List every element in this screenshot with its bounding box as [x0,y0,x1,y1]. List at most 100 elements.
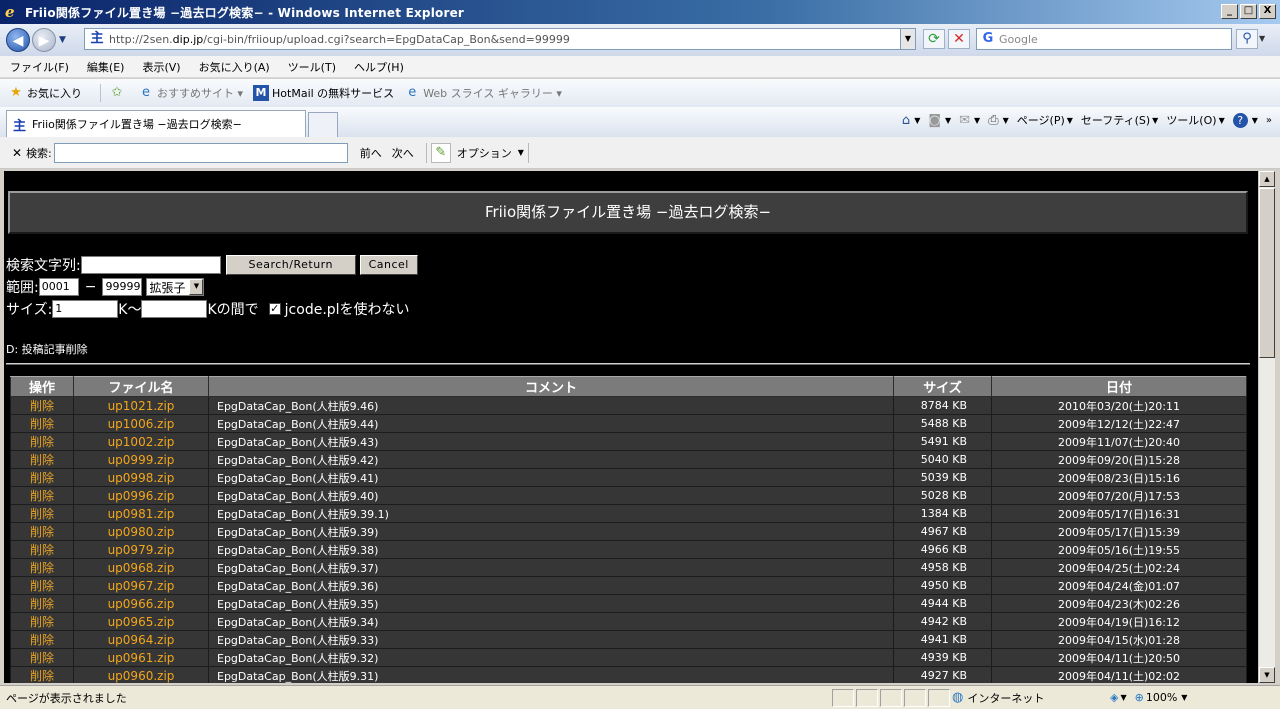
address-dropdown-icon[interactable]: ▼ [900,29,915,49]
range-from-input[interactable]: 0001 [38,278,79,296]
scroll-down-icon[interactable]: ▼ [1259,667,1275,683]
address-input[interactable]: 主 http://2sen.dip.jp/cgi-bin/friioup/upl… [84,28,916,50]
delete-link[interactable]: 削除 [10,594,74,613]
tab-current[interactable]: 主 Friio関係ファイル置き場 −過去ログ検索− [6,110,306,137]
file-link[interactable]: up0961.zip [73,648,209,667]
range-to-input[interactable]: 99999 [102,278,143,296]
help-button[interactable]: ? ▼ [1232,112,1258,128]
delete-link[interactable]: 削除 [10,630,74,649]
file-link[interactable]: up0968.zip [73,558,209,577]
file-link[interactable]: up0980.zip [73,522,209,541]
feeds-button[interactable]: ◙ ▼ [928,113,951,128]
fav-item-hotmail[interactable]: M HotMail の無料サービス [253,85,394,101]
delete-link[interactable]: 削除 [10,612,74,631]
search-icon[interactable]: ⚲ [1236,29,1258,49]
size-cell: 5040 KB [893,450,992,469]
close-icon[interactable]: ✕ [12,146,22,160]
delete-link[interactable]: 削除 [10,504,74,523]
comment-cell: EpgDataCap_Bon(人柱版9.35) [208,594,894,613]
file-link[interactable]: up0964.zip [73,630,209,649]
vertical-scrollbar[interactable]: ▲ ▼ [1258,171,1275,683]
jcode-checkbox[interactable]: ✓ [268,303,281,315]
search-options-dropdown-icon[interactable]: ▼ [1259,29,1271,49]
delete-link[interactable]: 削除 [10,522,74,541]
tools-menu[interactable]: ツール(O) ▼ [1166,112,1224,128]
menu-help[interactable]: ヘルプ(H) [344,59,412,75]
fav-item-label: おすすめサイト ▾ [157,87,244,100]
find-previous-button[interactable]: 前へ [360,145,382,161]
delete-link[interactable]: 削除 [10,432,74,451]
delete-link[interactable]: 削除 [10,450,74,469]
tools-menu-label: ツール(O) [1166,114,1217,127]
address-url: http://2sen.dip.jp/cgi-bin/friioup/uploa… [109,32,570,46]
menu-view[interactable]: 表示(V) [132,59,188,75]
close-button[interactable]: X [1259,4,1276,19]
file-link[interactable]: up0965.zip [73,612,209,631]
size-to-input[interactable] [141,300,208,318]
size-from-input[interactable]: 1 [52,300,119,318]
refresh-button[interactable]: ⟳ [923,29,945,49]
favorites-button[interactable]: ★ お気に入り [8,85,82,101]
scrollbar-thumb[interactable] [1259,188,1275,358]
forward-button[interactable]: ▶ [32,28,56,52]
scroll-up-icon[interactable]: ▲ [1259,171,1275,187]
file-link[interactable]: up1002.zip [73,432,209,451]
delete-link[interactable]: 削除 [10,468,74,487]
size-cell: 4958 KB [893,558,992,577]
file-link[interactable]: up1021.zip [73,396,209,415]
print-button[interactable]: ⎙ ▼ [988,113,1009,128]
safety-menu[interactable]: セーフティ(S) ▼ [1081,112,1158,128]
comment-cell: EpgDataCap_Bon(人柱版9.36) [208,576,894,595]
history-dropdown-icon[interactable]: ▼ [59,35,69,45]
table-row: 削除 up1006.zip EpgDataCap_Bon(人柱版9.44) 5488 … [10,414,1247,433]
delete-link[interactable]: 削除 [10,666,74,683]
page-menu[interactable]: ページ(P) ▼ [1017,112,1073,128]
cancel-button[interactable]: Cancel [359,255,418,275]
find-next-button[interactable]: 次へ [392,145,414,161]
add-favorite-button[interactable]: ✩ [109,85,128,101]
file-link[interactable]: up0998.zip [73,468,209,487]
extension-select[interactable]: 拡張子 ▼ [146,278,205,296]
delete-link[interactable]: 削除 [10,558,74,577]
divider [6,363,1250,365]
zoom-button[interactable]: ⊕ 100% ▼ [1135,691,1188,704]
delete-link[interactable]: 削除 [10,540,74,559]
web-search-input[interactable]: G Google [976,28,1232,50]
minimize-button[interactable]: _ [1221,4,1238,19]
mail-button[interactable]: ✉ ▼ [959,113,980,128]
protected-mode-button[interactable]: ◈ ▼ [1110,691,1127,704]
delete-link[interactable]: 削除 [10,486,74,505]
toolbar-overflow-icon[interactable]: » [1266,115,1272,126]
find-input[interactable] [53,142,348,163]
menu-favorites[interactable]: お気に入り(A) [189,59,278,75]
menu-file[interactable]: ファイル(F) [0,59,77,75]
search-return-button[interactable]: Search/Return [225,255,356,275]
maximize-button[interactable]: □ [1240,4,1257,19]
file-link[interactable]: up0999.zip [73,450,209,469]
column-header-size: サイズ [893,376,992,397]
find-options-button[interactable]: ✎ オプション ▼ [430,142,524,163]
file-link[interactable]: up0981.zip [73,504,209,523]
home-button[interactable]: ⌂ ▼ [902,113,920,128]
menu-edit[interactable]: 編集(E) [77,59,133,75]
file-link[interactable]: up0979.zip [73,540,209,559]
delete-link[interactable]: 削除 [10,414,74,433]
back-button[interactable]: ◀ [6,28,30,52]
search-input[interactable] [80,256,221,274]
security-zone[interactable]: ◍ インターネット [952,690,1102,706]
new-tab-button[interactable] [308,112,338,137]
date-cell: 2009年07/20(月)17:53 [991,486,1247,505]
file-link[interactable]: up0966.zip [73,594,209,613]
table-row: 削除 up0967.zip EpgDataCap_Bon(人柱版9.36) 4950 … [10,576,1247,595]
file-link[interactable]: up0967.zip [73,576,209,595]
menu-tools[interactable]: ツール(T) [278,59,344,75]
file-link[interactable]: up1006.zip [73,414,209,433]
delete-link[interactable]: 削除 [10,396,74,415]
fav-item-webslice[interactable]: e Web スライス ギャラリー ▾ [404,85,562,101]
delete-link[interactable]: 削除 [10,576,74,595]
fav-item-recommended[interactable]: e おすすめサイト ▾ [138,85,243,101]
delete-link[interactable]: 削除 [10,648,74,667]
file-link[interactable]: up0996.zip [73,486,209,505]
file-link[interactable]: up0960.zip [73,666,209,683]
stop-button[interactable]: ✕ [948,29,970,49]
